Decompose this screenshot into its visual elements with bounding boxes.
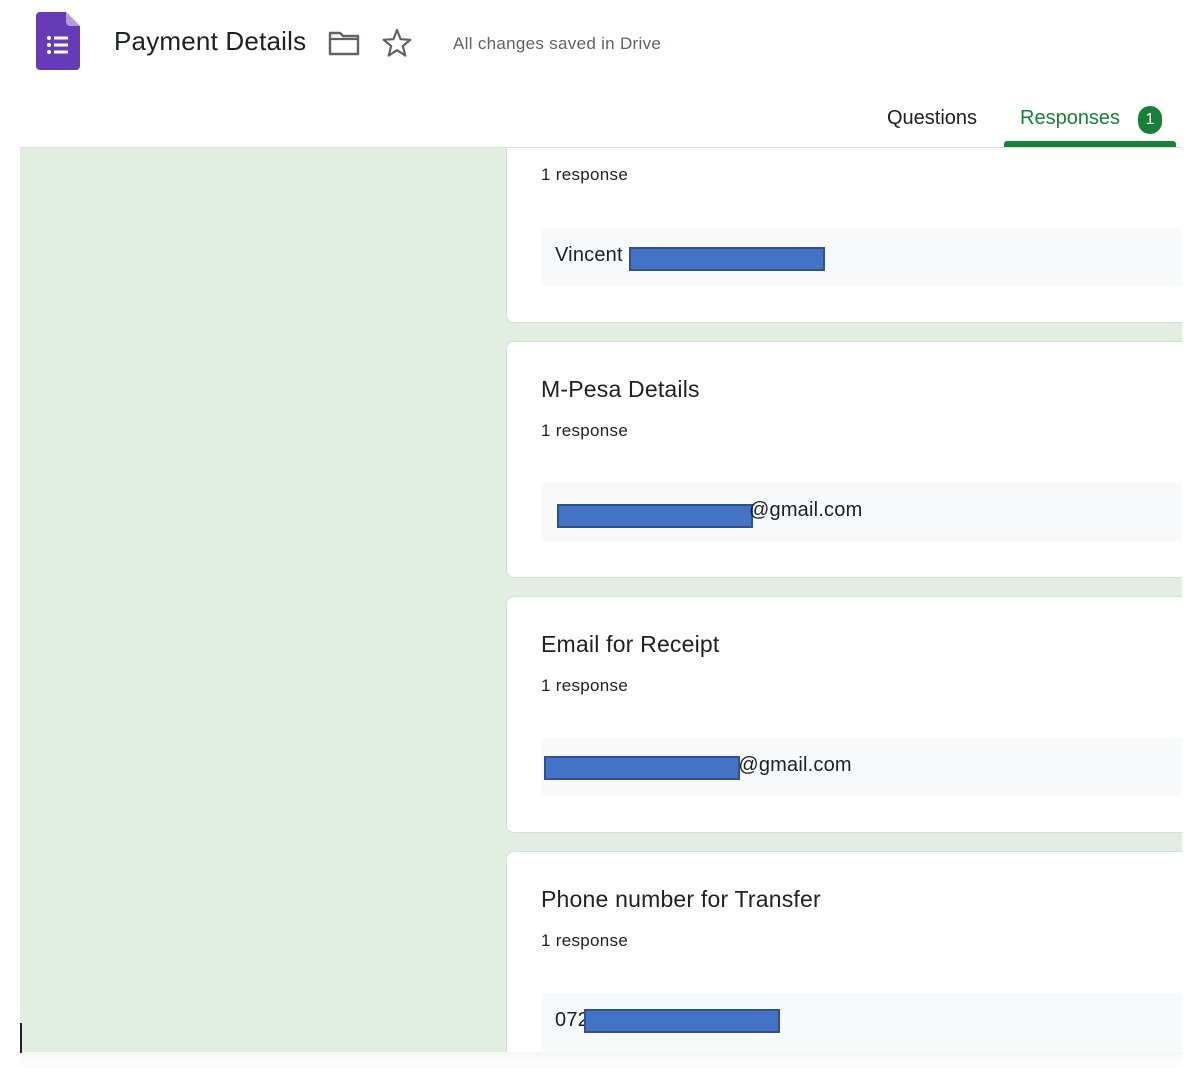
redaction-box: [557, 504, 753, 528]
forms-logo-icon[interactable]: [36, 12, 80, 70]
save-status-text: All changes saved in Drive: [453, 34, 662, 53]
response-card-phone-number: Phone number for Transfer 1 response 072: [506, 851, 1182, 1052]
answer-text: 7@gmail.com: [727, 754, 852, 776]
redaction-box: [629, 247, 825, 271]
answer-box: @gmail.com: [541, 483, 1182, 541]
response-count: 1 response: [541, 165, 629, 184]
question-title: M-Pesa Details: [541, 376, 700, 402]
responses-count-badge: 1: [1138, 106, 1162, 134]
question-title: Phone number for Transfer: [541, 886, 821, 912]
tab-responses[interactable]: Responses: [1020, 107, 1120, 130]
tab-questions[interactable]: Questions: [887, 107, 977, 130]
response-card-mpesa-details: M-Pesa Details 1 response @gmail.com: [506, 341, 1182, 578]
responses-panel[interactable]: 1 response Vincent M-Pesa Details 1 resp…: [20, 148, 1182, 1052]
response-card-name: 1 response Vincent: [506, 148, 1182, 323]
response-count: 1 response: [541, 421, 629, 440]
star-icon[interactable]: [381, 27, 413, 59]
answer-box: 072: [541, 993, 1182, 1051]
answer-text: @gmail.com: [749, 499, 863, 521]
answer-box: 7@gmail.com: [541, 738, 1182, 796]
redaction-box: [584, 1009, 780, 1033]
response-count: 1 response: [541, 676, 629, 695]
question-title: Email for Receipt: [541, 631, 720, 657]
text-cursor: [20, 1023, 22, 1053]
redaction-box: [544, 756, 740, 780]
response-count: 1 response: [541, 931, 629, 950]
bottom-edge: [20, 1052, 1182, 1068]
response-card-email-for-receipt: Email for Receipt 1 response 7@gmail.com: [506, 596, 1182, 833]
answer-box: Vincent: [541, 228, 1182, 286]
answer-text: Vincent: [555, 244, 623, 266]
google-forms-page: Payment Details All changes saved in Dri…: [0, 0, 1200, 1068]
document-title[interactable]: Payment Details: [114, 26, 306, 57]
folder-icon[interactable]: [328, 29, 360, 57]
